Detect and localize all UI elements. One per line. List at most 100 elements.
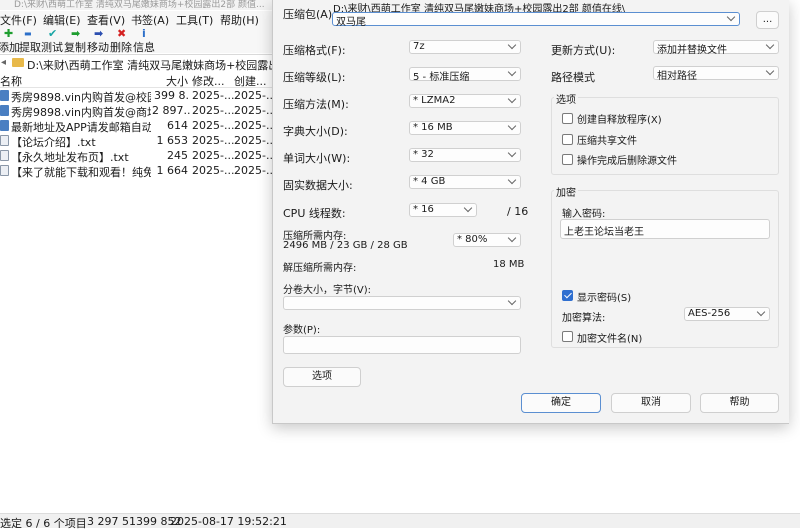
move-label: 移动 (87, 41, 109, 54)
shared-files-label[interactable]: 压缩共享文件 (577, 132, 637, 147)
test-label: 测试 (41, 41, 63, 54)
sfx-label[interactable]: 创建自释放程序(X) (577, 111, 662, 126)
path-mode-select[interactable]: 相对路径 (653, 66, 779, 82)
file-modified: 2025-... (192, 89, 235, 102)
test-button[interactable]: ✔ 测试 (41, 27, 63, 54)
menu-bookmarks[interactable]: 书签(A) (131, 12, 169, 28)
word-size-select[interactable]: * 32 (409, 148, 521, 162)
show-password-label[interactable]: 显示密码(S) (577, 289, 631, 304)
solid-size-select[interactable]: * 4 GB (409, 175, 521, 189)
info-button[interactable]: i 信息 (133, 27, 155, 54)
file-row[interactable]: 最新地址及APP请发邮箱自动... 614 2025-... 2025-... (0, 118, 272, 134)
menu-view[interactable]: 查看(V) (87, 12, 125, 28)
delete-button[interactable]: ✖ 删除 (110, 27, 132, 54)
update-mode-select[interactable]: 添加并替换文件 (653, 40, 779, 56)
chevron-down-icon (507, 148, 517, 158)
toolbar: ✚ 添加 ▬ 提取 ✔ 测试 ➡ 复制 ➡ 移动 ✖ 删除 i 信息 (0, 27, 272, 54)
menubar: 文件(F) 编辑(E) 查看(V) 书签(A) 工具(T) 帮助(H) (0, 11, 272, 27)
address-bar[interactable]: ◂ D:\来财\西萌工作室 清纯双马尾嫩妹商场+校园露出2部 (0, 54, 297, 73)
archive-name-value: 双马尾 (336, 17, 366, 28)
file-row[interactable]: 【永久地址发布页】.txt 245 2025-... 2025-... (0, 148, 272, 164)
file-created: 2025-... (234, 164, 272, 177)
cancel-button[interactable]: 取消 (611, 393, 691, 413)
dictionary-value: * 16 MB (413, 122, 453, 133)
file-modified: 2025-... (192, 164, 235, 177)
encryption-method-label: 加密算法: (562, 313, 606, 324)
solid-size-value: * 4 GB (413, 176, 446, 187)
column-modified[interactable]: 修改... (192, 73, 225, 89)
file-row[interactable]: 【来了就能下载和观看！纯免... 1 664 2025-... 2025-... (0, 163, 272, 179)
chevron-down-icon (507, 40, 517, 50)
encryption-method-select[interactable]: AES-256 (684, 307, 770, 321)
file-size: 2 897... (152, 104, 190, 117)
password-input[interactable]: 上老王论坛当老王 (560, 219, 770, 239)
format-select[interactable]: 7z (409, 40, 521, 54)
column-created[interactable]: 创建... (234, 73, 272, 89)
level-value: 5 - 标准压缩 (413, 72, 470, 83)
update-mode-label: 更新方式(U): (551, 44, 616, 57)
file-modified: 2025-... (192, 119, 235, 132)
browse-button[interactable]: ... (756, 11, 779, 29)
add-label: 添加 (0, 41, 20, 54)
threads-value: * 16 (413, 204, 434, 215)
status-total-size: 3 297 51399 852 (87, 515, 182, 528)
file-size: 399 8... (154, 89, 190, 102)
path-mode-label: 路径模式 (551, 71, 595, 84)
method-select[interactable]: * LZMA2 (409, 94, 521, 108)
format-label: 压缩格式(F): (283, 44, 346, 57)
show-password-checkbox[interactable] (562, 290, 573, 301)
menu-file[interactable]: 文件(F) (0, 12, 37, 28)
level-label: 压缩等级(L): (283, 71, 346, 84)
file-row[interactable]: 秀房9898.vin内购首发@商场... 2 897... 2025-... 2… (0, 103, 272, 119)
text-file-icon (0, 165, 9, 176)
file-size: 1 664 (156, 164, 189, 177)
archive-name-combo[interactable]: 双马尾 (332, 12, 740, 28)
up-arrow-icon[interactable]: ◂ (1, 57, 6, 68)
column-size[interactable]: 大小 (166, 73, 188, 89)
chevron-down-icon (507, 175, 517, 185)
split-size-label: 分卷大小，字节(V): (283, 285, 372, 296)
threads-max: / 16 (507, 205, 529, 218)
encryption-group-title: 加密 (554, 184, 578, 199)
shared-files-checkbox[interactable] (562, 134, 573, 145)
delete-after-label[interactable]: 操作完成后删除源文件 (577, 152, 677, 167)
params-input[interactable] (283, 336, 521, 354)
file-icon (0, 105, 9, 116)
copy-button[interactable]: ➡ 复制 (64, 27, 86, 54)
folder-icon (12, 58, 24, 67)
file-created: 2025-... (234, 119, 272, 132)
level-select[interactable]: 5 - 标准压缩 (409, 67, 521, 83)
encrypt-names-checkbox[interactable] (562, 331, 573, 342)
file-modified: 2025-... (192, 149, 235, 162)
menu-edit[interactable]: 编辑(E) (43, 12, 81, 28)
file-icon (0, 90, 9, 101)
extract-button[interactable]: ▬ 提取 (19, 27, 41, 54)
ok-button[interactable]: 确定 (521, 393, 601, 413)
options-group: 选项 创建自释放程序(X) 压缩共享文件 操作完成后删除源文件 (551, 91, 779, 175)
file-row[interactable]: 【论坛介绍】.txt 1 653 2025-... 2025-... (0, 133, 272, 149)
threads-select[interactable]: * 16 (409, 203, 477, 217)
word-size-label: 单词大小(W): (283, 152, 351, 165)
solid-size-label: 固实数据大小: (283, 179, 353, 192)
move-button[interactable]: ➡ 移动 (87, 27, 109, 54)
delete-after-checkbox[interactable] (562, 154, 573, 165)
text-file-icon (0, 135, 9, 146)
path-mode-value: 相对路径 (657, 71, 697, 82)
menu-help[interactable]: 帮助(H) (220, 12, 259, 28)
file-row[interactable]: 秀房9898.vin内购首发@校园... 399 8... 2025-... 2… (0, 88, 272, 104)
file-created: 2025-... (234, 104, 272, 117)
filemanager-titlebar: D:\来财\西萌工作室 清纯双马尾嫩妹商场+校园露出2部 颜值... (0, 0, 272, 10)
options-button[interactable]: 选项 (283, 367, 361, 387)
menu-tools[interactable]: 工具(T) (176, 12, 213, 28)
column-name[interactable]: 名称 (0, 73, 22, 89)
copy-label: 复制 (64, 41, 86, 54)
decompress-memory-label: 解压缩所需内存: (283, 263, 357, 274)
split-size-combo[interactable] (283, 296, 521, 310)
help-button[interactable]: 帮助 (700, 393, 779, 413)
memory-percent-select[interactable]: * 80% (453, 233, 521, 247)
sfx-checkbox[interactable] (562, 113, 573, 124)
status-datetime: 2025-08-17 19:52:21 (170, 515, 287, 528)
encrypt-names-label[interactable]: 加密文件名(N) (577, 330, 642, 345)
address-path: D:\来财\西萌工作室 清纯双马尾嫩妹商场+校园露出2部 (27, 59, 298, 72)
dictionary-select[interactable]: * 16 MB (409, 121, 521, 135)
